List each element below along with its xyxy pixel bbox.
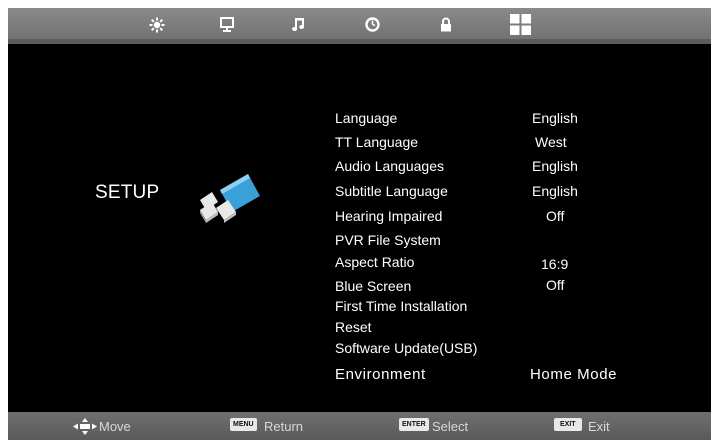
menu-item-value: Off bbox=[546, 208, 565, 224]
menu-item-label: PVR File System bbox=[335, 232, 441, 248]
menu-item-tt-language[interactable]: TT Language West bbox=[8, 134, 711, 156]
menu-item-label: Reset bbox=[335, 319, 372, 335]
time-icon[interactable] bbox=[365, 17, 380, 32]
menu-item-label: Blue Screen bbox=[335, 278, 412, 294]
menu-item-first-time-installation[interactable]: First Time Installation bbox=[8, 298, 711, 320]
select-hint: Select bbox=[432, 419, 469, 434]
channel-icon[interactable] bbox=[220, 17, 234, 32]
menu-item-value: English bbox=[532, 183, 578, 199]
menu-item-pvr-file-system[interactable]: PVR File System bbox=[8, 232, 711, 254]
lock-icon[interactable] bbox=[440, 17, 452, 32]
menu-item-audio-languages[interactable]: Audio Languages English bbox=[8, 158, 711, 180]
exit-hint: Exit bbox=[588, 419, 610, 434]
menu-key: MENU bbox=[230, 418, 257, 431]
menu-item-label: Audio Languages bbox=[335, 158, 444, 174]
menu-item-software-update[interactable]: Software Update(USB) bbox=[8, 340, 711, 362]
menu-item-aspect-ratio[interactable]: Aspect Ratio 16:9 bbox=[8, 254, 711, 276]
return-hint: Return bbox=[264, 419, 304, 434]
menu-item-label: Language bbox=[335, 110, 398, 126]
enter-key: ENTER bbox=[399, 418, 429, 431]
menu-item-value: English bbox=[532, 110, 578, 126]
menu-item-label: Hearing Impaired bbox=[335, 208, 443, 224]
bottom-hint-bar: Move MENU Return ENTER Select EXIT Exit bbox=[8, 412, 711, 440]
move-hint: Move bbox=[99, 419, 131, 434]
menu-item-reset[interactable]: Reset bbox=[8, 319, 711, 341]
menu-item-value: Off bbox=[546, 277, 565, 293]
setup-icon[interactable] bbox=[510, 14, 531, 35]
menu-item-blue-screen[interactable]: Blue Screen Off bbox=[8, 277, 711, 300]
menu-item-value: English bbox=[532, 158, 578, 174]
menu-item-label: Environment bbox=[335, 366, 426, 383]
menu-item-hearing-impaired[interactable]: Hearing Impaired Off bbox=[8, 208, 711, 230]
menu-item-label: Aspect Ratio bbox=[335, 254, 415, 270]
menu-item-label: First Time Installation bbox=[335, 298, 468, 314]
menu-item-subtitle-language[interactable]: Subtitle Language English bbox=[8, 183, 711, 205]
tv-screen: SETUP Language English TT Language West … bbox=[8, 8, 711, 440]
move-arrows-icon bbox=[73, 418, 97, 440]
sound-icon[interactable] bbox=[292, 17, 304, 32]
top-menu-bar bbox=[8, 8, 711, 44]
menu-item-value: West bbox=[535, 134, 567, 150]
menu-item-environment[interactable]: Environment Home Mode bbox=[8, 366, 711, 388]
menu-item-label: TT Language bbox=[335, 134, 419, 150]
menu-item-label: Software Update(USB) bbox=[335, 340, 478, 356]
menu-item-value: 16:9 bbox=[541, 256, 569, 272]
picture-icon[interactable] bbox=[149, 17, 165, 33]
menu-item-label: Subtitle Language bbox=[335, 183, 448, 199]
menu-item-language[interactable]: Language English bbox=[8, 110, 711, 132]
menu-item-value: Home Mode bbox=[530, 366, 618, 383]
exit-key: EXIT bbox=[554, 418, 582, 431]
